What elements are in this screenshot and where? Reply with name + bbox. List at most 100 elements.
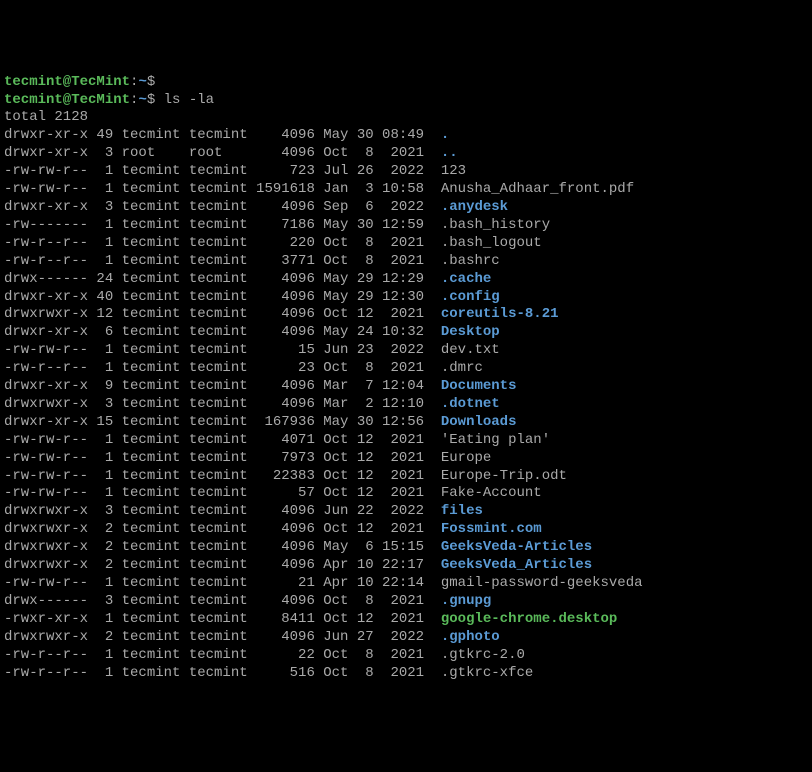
file-name: .gtkrc-2.0	[441, 647, 525, 663]
file-metadata: drwx------ 24 tecmint tecmint 4096 May 2…	[4, 271, 441, 287]
file-entry-row: -rw-r--r-- 1 tecmint tecmint 516 Oct 8 2…	[4, 665, 808, 683]
file-name: gmail-password-geeksveda	[441, 575, 643, 591]
file-entry-row: -rw-rw-r-- 1 tecmint tecmint 15 Jun 23 2…	[4, 342, 808, 360]
file-entry-row: -rw-r--r-- 1 tecmint tecmint 3771 Oct 8 …	[4, 253, 808, 271]
file-name: .dotnet	[441, 396, 500, 412]
file-entry-row: drwxrwxr-x 2 tecmint tecmint 4096 Apr 10…	[4, 557, 808, 575]
file-entry-row: drwxr-xr-x 6 tecmint tecmint 4096 May 24…	[4, 324, 808, 342]
file-name: .gphoto	[441, 629, 500, 645]
file-name: Fossmint.com	[441, 521, 542, 537]
file-name: .	[441, 127, 449, 143]
file-name: GeeksVeda-Articles	[441, 539, 592, 555]
file-entry-row: -rw-rw-r-- 1 tecmint tecmint 1591618 Jan…	[4, 181, 808, 199]
prompt-path: ~	[138, 74, 146, 90]
file-metadata: drwxr-xr-x 3 root root 4096 Oct 8 2021	[4, 145, 441, 161]
file-metadata: drwxrwxr-x 2 tecmint tecmint 4096 Apr 10…	[4, 557, 441, 573]
file-name: 'Eating plan'	[441, 432, 550, 448]
file-name: Documents	[441, 378, 517, 394]
file-entry-row: -rw------- 1 tecmint tecmint 7186 May 30…	[4, 217, 808, 235]
file-metadata: drwxr-xr-x 9 tecmint tecmint 4096 Mar 7 …	[4, 378, 441, 394]
file-metadata: drwxr-xr-x 40 tecmint tecmint 4096 May 2…	[4, 289, 441, 305]
file-name: Europe	[441, 450, 491, 466]
terminal-output[interactable]: tecmint@TecMint:~$tecmint@TecMint:~$ ls …	[4, 74, 808, 683]
file-entry-row: drwxrwxr-x 2 tecmint tecmint 4096 May 6 …	[4, 539, 808, 557]
file-name: Europe-Trip.odt	[441, 468, 567, 484]
file-entry-row: drwxr-xr-x 49 tecmint tecmint 4096 May 3…	[4, 127, 808, 145]
file-metadata: drwx------ 3 tecmint tecmint 4096 Oct 8 …	[4, 593, 441, 609]
file-name: .gtkrc-xfce	[441, 665, 533, 681]
file-entry-row: drwxrwxr-x 12 tecmint tecmint 4096 Oct 1…	[4, 306, 808, 324]
total-line: total 2128	[4, 109, 88, 125]
prompt-dollar: $	[147, 74, 155, 90]
file-name: 123	[441, 163, 466, 179]
file-entry-row: drwxrwxr-x 2 tecmint tecmint 4096 Jun 27…	[4, 629, 808, 647]
file-entry-row: drwxrwxr-x 3 tecmint tecmint 4096 Jun 22…	[4, 503, 808, 521]
file-name: Downloads	[441, 414, 517, 430]
file-metadata: drwxr-xr-x 3 tecmint tecmint 4096 Sep 6 …	[4, 199, 441, 215]
file-name: .config	[441, 289, 500, 305]
file-entry-row: -rwxr-xr-x 1 tecmint tecmint 8411 Oct 12…	[4, 611, 808, 629]
file-entry-row: drwxrwxr-x 3 tecmint tecmint 4096 Mar 2 …	[4, 396, 808, 414]
file-entry-row: drwxr-xr-x 40 tecmint tecmint 4096 May 2…	[4, 289, 808, 307]
file-name: .cache	[441, 271, 491, 287]
file-metadata: -rw------- 1 tecmint tecmint 7186 May 30…	[4, 217, 441, 233]
file-entry-row: -rw-rw-r-- 1 tecmint tecmint 21 Apr 10 2…	[4, 575, 808, 593]
file-entry-row: -rw-rw-r-- 1 tecmint tecmint 723 Jul 26 …	[4, 163, 808, 181]
file-metadata: drwxrwxr-x 2 tecmint tecmint 4096 Jun 27…	[4, 629, 441, 645]
file-entry-row: -rw-rw-r-- 1 tecmint tecmint 57 Oct 12 2…	[4, 485, 808, 503]
command-text: ls -la	[155, 92, 214, 108]
file-metadata: -rw-rw-r-- 1 tecmint tecmint 723 Jul 26 …	[4, 163, 441, 179]
prompt-user: tecmint@TecMint	[4, 74, 130, 90]
file-metadata: -rw-r--r-- 1 tecmint tecmint 516 Oct 8 2…	[4, 665, 441, 681]
file-metadata: -rwxr-xr-x 1 tecmint tecmint 8411 Oct 12…	[4, 611, 441, 627]
file-entry-row: drwxrwxr-x 2 tecmint tecmint 4096 Oct 12…	[4, 521, 808, 539]
file-metadata: drwxrwxr-x 2 tecmint tecmint 4096 May 6 …	[4, 539, 441, 555]
file-metadata: drwxr-xr-x 15 tecmint tecmint 167936 May…	[4, 414, 441, 430]
file-metadata: -rw-r--r-- 1 tecmint tecmint 3771 Oct 8 …	[4, 253, 441, 269]
file-name: Desktop	[441, 324, 500, 340]
file-entry-row: drwxr-xr-x 3 tecmint tecmint 4096 Sep 6 …	[4, 199, 808, 217]
file-name: google-chrome.desktop	[441, 611, 617, 627]
file-metadata: -rw-rw-r-- 1 tecmint tecmint 4071 Oct 12…	[4, 432, 441, 448]
file-entry-row: -rw-rw-r-- 1 tecmint tecmint 7973 Oct 12…	[4, 450, 808, 468]
file-metadata: -rw-rw-r-- 1 tecmint tecmint 57 Oct 12 2…	[4, 485, 441, 501]
file-metadata: drwxrwxr-x 3 tecmint tecmint 4096 Mar 2 …	[4, 396, 441, 412]
file-name: coreutils-8.21	[441, 306, 559, 322]
file-metadata: drwxrwxr-x 2 tecmint tecmint 4096 Oct 12…	[4, 521, 441, 537]
file-name: files	[441, 503, 483, 519]
file-name: .dmrc	[441, 360, 483, 376]
file-name: dev.txt	[441, 342, 500, 358]
file-entry-row: -rw-r--r-- 1 tecmint tecmint 23 Oct 8 20…	[4, 360, 808, 378]
prompt-dollar: $	[147, 92, 155, 108]
file-metadata: drwxr-xr-x 6 tecmint tecmint 4096 May 24…	[4, 324, 441, 340]
file-metadata: -rw-rw-r-- 1 tecmint tecmint 7973 Oct 12…	[4, 450, 441, 466]
file-entry-row: -rw-r--r-- 1 tecmint tecmint 220 Oct 8 2…	[4, 235, 808, 253]
file-name: .gnupg	[441, 593, 491, 609]
file-metadata: -rw-r--r-- 1 tecmint tecmint 220 Oct 8 2…	[4, 235, 441, 251]
file-entry-row: -rw-rw-r-- 1 tecmint tecmint 4071 Oct 12…	[4, 432, 808, 450]
file-entry-row: drwxr-xr-x 3 root root 4096 Oct 8 2021 .…	[4, 145, 808, 163]
file-name: .bash_logout	[441, 235, 542, 251]
file-entry-row: drwx------ 3 tecmint tecmint 4096 Oct 8 …	[4, 593, 808, 611]
file-metadata: -rw-r--r-- 1 tecmint tecmint 23 Oct 8 20…	[4, 360, 441, 376]
file-metadata: drwxrwxr-x 3 tecmint tecmint 4096 Jun 22…	[4, 503, 441, 519]
file-metadata: -rw-rw-r-- 1 tecmint tecmint 21 Apr 10 2…	[4, 575, 441, 591]
prompt-path: ~	[138, 92, 146, 108]
file-name: .bash_history	[441, 217, 550, 233]
file-entry-row: -rw-r--r-- 1 tecmint tecmint 22 Oct 8 20…	[4, 647, 808, 665]
file-entry-row: drwxr-xr-x 15 tecmint tecmint 167936 May…	[4, 414, 808, 432]
file-entry-row: -rw-rw-r-- 1 tecmint tecmint 22383 Oct 1…	[4, 468, 808, 486]
file-metadata: drwxr-xr-x 49 tecmint tecmint 4096 May 3…	[4, 127, 441, 143]
file-metadata: -rw-rw-r-- 1 tecmint tecmint 1591618 Jan…	[4, 181, 441, 197]
prompt-user: tecmint@TecMint	[4, 92, 130, 108]
file-metadata: -rw-rw-r-- 1 tecmint tecmint 15 Jun 23 2…	[4, 342, 441, 358]
file-entry-row: drwxr-xr-x 9 tecmint tecmint 4096 Mar 7 …	[4, 378, 808, 396]
file-metadata: drwxrwxr-x 12 tecmint tecmint 4096 Oct 1…	[4, 306, 441, 322]
file-name: .anydesk	[441, 199, 508, 215]
file-name: GeeksVeda_Articles	[441, 557, 592, 573]
file-name: ..	[441, 145, 458, 161]
file-metadata: -rw-rw-r-- 1 tecmint tecmint 22383 Oct 1…	[4, 468, 441, 484]
file-name: Fake-Account	[441, 485, 542, 501]
file-metadata: -rw-r--r-- 1 tecmint tecmint 22 Oct 8 20…	[4, 647, 441, 663]
file-name: .bashrc	[441, 253, 500, 269]
